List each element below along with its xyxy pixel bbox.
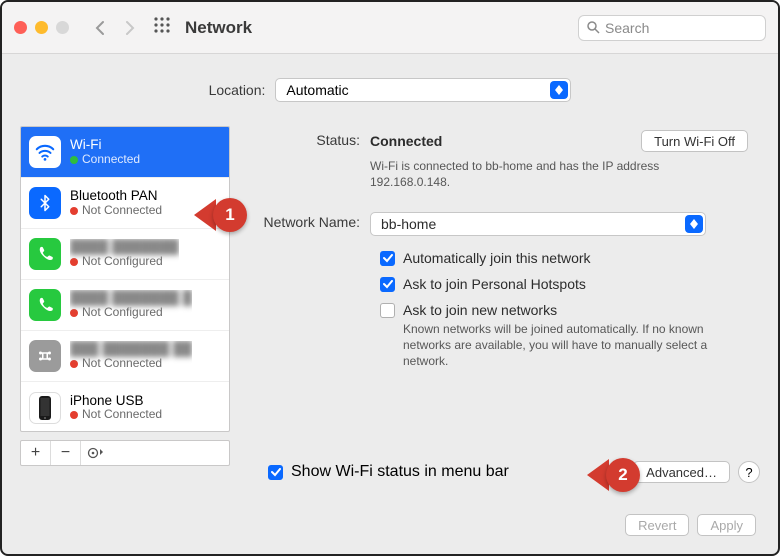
ask-hotspots-label: Ask to join Personal Hotspots xyxy=(403,276,586,292)
service-item[interactable]: ████ ███████ Not Configured xyxy=(21,229,229,280)
service-name: ███ ███████ ██ xyxy=(70,341,192,357)
service-name: Bluetooth PAN xyxy=(70,188,162,204)
forward-button[interactable] xyxy=(117,15,143,41)
search-icon xyxy=(587,21,600,34)
location-value: Automatic xyxy=(286,82,348,98)
network-name-select[interactable]: bb-home xyxy=(370,212,706,236)
service-status: Not Configured xyxy=(82,306,163,320)
service-name: ████ ███████ xyxy=(70,239,179,255)
apply-button[interactable]: Apply xyxy=(697,514,756,536)
status-dot xyxy=(70,207,78,215)
search-input[interactable]: Search xyxy=(578,15,766,41)
status-dot xyxy=(70,156,78,164)
service-item[interactable]: ████ ███████ █ Not Configured xyxy=(21,280,229,331)
titlebar: Network Search xyxy=(2,2,778,54)
status-dot xyxy=(70,411,78,419)
revert-button[interactable]: Revert xyxy=(625,514,689,536)
status-dot xyxy=(70,309,78,317)
window-controls xyxy=(14,21,69,34)
status-dot xyxy=(70,360,78,368)
service-bluetooth-pan[interactable]: Bluetooth PAN Not Connected xyxy=(21,178,229,229)
close-window-button[interactable] xyxy=(14,21,27,34)
auto-join-label: Automatically join this network xyxy=(403,250,591,266)
phone-icon xyxy=(29,238,61,270)
iphone-icon xyxy=(29,392,61,424)
show-wifi-menubar-label: Show Wi-Fi status in menu bar xyxy=(291,463,509,481)
location-label: Location: xyxy=(209,82,266,98)
service-iphone-usb[interactable]: iPhone USB Not Connected xyxy=(21,382,229,432)
service-name: ████ ███████ █ xyxy=(70,290,192,306)
network-name-value: bb-home xyxy=(381,216,436,232)
advanced-button[interactable]: Advanced… xyxy=(633,461,730,483)
service-list: Wi-Fi Connected Bluetooth PAN Not Connec… xyxy=(20,126,230,432)
back-button[interactable] xyxy=(87,15,113,41)
help-button[interactable]: ? xyxy=(738,461,760,483)
show-wifi-menubar-checkbox[interactable] xyxy=(268,465,283,480)
ask-new-networks-hint: Known networks will be joined automatica… xyxy=(403,322,713,369)
bluetooth-icon xyxy=(29,187,61,219)
ask-new-networks-label: Ask to join new networks xyxy=(403,302,713,318)
wifi-toggle-button[interactable]: Turn Wi-Fi Off xyxy=(641,130,748,152)
network-prefs-window: Network Search Location: Automatic xyxy=(0,0,780,556)
service-item[interactable]: ███ ███████ ██ Not Connected xyxy=(21,331,229,382)
status-dot xyxy=(70,258,78,266)
ask-hotspots-checkbox[interactable] xyxy=(380,277,395,292)
zoom-window-button[interactable] xyxy=(56,21,69,34)
status-label: Status: xyxy=(252,130,370,148)
auto-join-checkbox[interactable] xyxy=(380,251,395,266)
stepper-icon xyxy=(685,215,703,233)
network-name-label: Network Name: xyxy=(252,212,370,230)
status-description: Wi-Fi is connected to bb-home and has th… xyxy=(370,158,700,190)
content: Location: Automatic Wi-F xyxy=(2,54,778,556)
detail-pane: Status: Connected Turn Wi-Fi Off Wi-Fi i… xyxy=(240,126,760,466)
stepper-icon xyxy=(550,81,568,99)
status-value: Connected xyxy=(370,133,442,149)
action-buttons: Revert Apply xyxy=(625,514,756,536)
show-status-row: Show Wi-Fi status in menu bar Advanced… … xyxy=(20,461,760,483)
service-name: Wi-Fi xyxy=(70,137,140,153)
service-status: Not Configured xyxy=(82,255,163,269)
service-name: iPhone USB xyxy=(70,393,162,409)
ask-new-networks-checkbox[interactable] xyxy=(380,303,395,318)
service-sidebar: Wi-Fi Connected Bluetooth PAN Not Connec… xyxy=(20,126,230,466)
service-wifi[interactable]: Wi-Fi Connected xyxy=(21,127,229,178)
show-all-icon[interactable] xyxy=(153,16,171,39)
minimize-window-button[interactable] xyxy=(35,21,48,34)
service-status: Not Connected xyxy=(82,357,162,371)
location-select[interactable]: Automatic xyxy=(275,78,571,102)
window-title: Network xyxy=(185,18,252,38)
search-placeholder: Search xyxy=(605,20,649,36)
wifi-icon xyxy=(29,136,61,168)
service-status: Not Connected xyxy=(82,204,162,218)
ethernet-icon xyxy=(29,340,61,372)
service-status: Connected xyxy=(82,153,140,167)
location-row: Location: Automatic xyxy=(20,78,760,102)
phone-icon xyxy=(29,289,61,321)
service-status: Not Connected xyxy=(82,408,162,422)
